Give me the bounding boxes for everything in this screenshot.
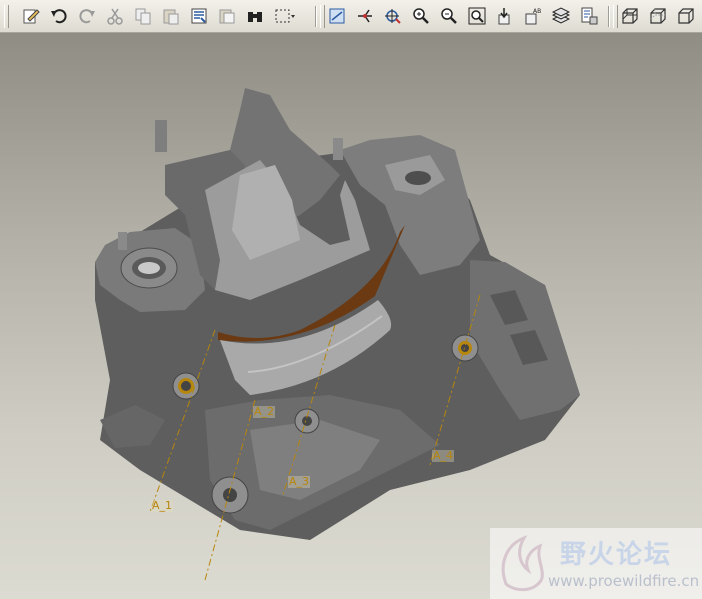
select-box-button[interactable] [272,5,298,27]
hidden-line-icon [650,8,666,24]
edit-button[interactable] [20,5,42,27]
zoom-out-icon [441,8,457,24]
paste-button[interactable] [160,5,182,27]
datum-axis-a1-label[interactable]: A_1 [151,500,174,512]
toolbar-grip[interactable] [4,5,9,28]
redo-icon [79,9,95,24]
copy-button[interactable] [132,5,154,27]
refit-button[interactable] [466,5,488,27]
watermark-url: www.proewildfire.cn [548,572,700,590]
wireframe-button[interactable] [619,5,641,27]
model-oval-hole-inner [138,262,160,274]
model-pin [155,120,167,152]
zoom-out-button[interactable] [438,5,460,27]
hidden-line-button[interactable] [647,5,669,27]
model-pin [333,138,343,160]
no-hidden-icon [678,8,694,24]
datum-point-icon [498,8,510,25]
toolbar-grip[interactable] [613,5,618,28]
model-graphics-window[interactable]: A_1 A_2 A_3 A_4 [0,33,702,599]
datum-axis-a4-label[interactable]: A_4 [432,450,455,462]
datum-display-button[interactable] [326,5,348,27]
model-tree-button[interactable] [578,5,600,27]
axis-tag-button[interactable]: AB [522,5,544,27]
3d-model[interactable] [0,33,702,599]
zoom-in-icon [413,8,429,24]
binoculars-icon [248,12,262,22]
model-hole-a1-core [181,381,191,391]
edit-icon [23,9,40,24]
model-pin [118,232,127,250]
wireframe-icon [622,8,638,24]
svg-text:AB: AB [533,8,541,15]
no-hidden-button[interactable] [675,5,697,27]
watermark-title: 野火论坛 [560,540,673,570]
redo-button[interactable] [76,5,98,27]
model-tree-icon [581,7,598,25]
layers-icon [552,7,570,24]
flame-logo [501,535,544,592]
cut-button[interactable] [104,5,126,27]
paste-special-icon [191,8,207,24]
datum-display-icon [329,8,345,24]
regenerate-icon [219,9,235,24]
forum-watermark: 野火论坛 www.proewildfire.cn [490,528,702,599]
refit-icon [468,7,486,25]
select-box-icon [275,9,295,23]
toolbar-separator [608,6,610,27]
datum-axis-a3-label[interactable]: A_3 [288,476,311,488]
zoom-in-button[interactable] [410,5,432,27]
toolbar-separator [315,6,317,27]
search-button[interactable] [244,5,266,27]
axis-tag-icon: AB [525,8,541,25]
model-hole-a4-core [461,344,469,352]
model-slot-hole [405,171,431,185]
datum-axis-button[interactable] [354,5,376,27]
main-toolbar: AB [0,0,702,33]
layers-button[interactable] [550,5,572,27]
copy-icon [135,8,151,25]
regenerate-button[interactable] [216,5,238,27]
spin-center-icon [385,9,401,24]
paste-special-button[interactable] [188,5,210,27]
paste-icon [163,9,179,25]
datum-axis-icon [358,9,372,23]
spin-center-button[interactable] [382,5,404,27]
datum-axis-a2-label[interactable]: A_2 [253,406,276,418]
datum-point-button[interactable] [494,5,516,27]
cut-icon [107,8,123,25]
undo-button[interactable] [48,5,70,27]
undo-icon [51,9,67,24]
toolbar-grip[interactable] [320,5,325,28]
